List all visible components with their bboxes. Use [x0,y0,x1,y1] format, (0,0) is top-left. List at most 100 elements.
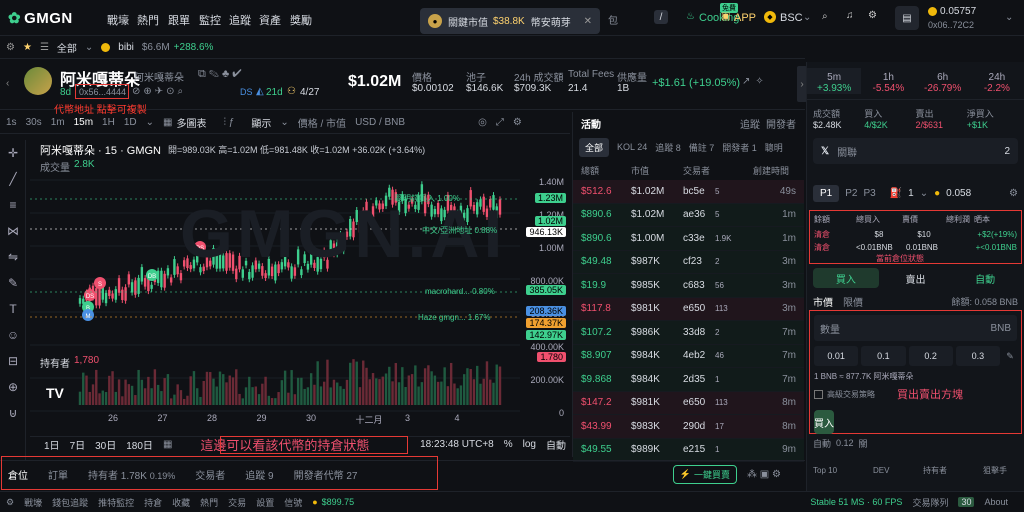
tab-smart[interactable]: 聰明 [765,141,783,154]
chart-canvas[interactable]: DSSBMDBDS [30,135,520,435]
display-menu[interactable]: 顯示 [251,115,271,130]
status-holdings[interactable]: 持倉 [144,496,162,509]
social-icons[interactable]: ⊘⊕✈⊙⌕ [132,86,186,97]
search-icon[interactable]: ⌕ [822,11,828,22]
nav-copytrade[interactable]: 跟單 [168,12,190,28]
preset-amount-button[interactable]: 0.2 [908,346,953,366]
sell-tab[interactable]: 賣出 [883,268,949,288]
row-trader[interactable]: cf23 [683,256,715,267]
gear-icon[interactable]: ⚙ [6,42,15,53]
row-trader[interactable]: e650 [683,303,715,314]
layout-icon[interactable]: ⁂ ▣ ⚙ [747,469,781,480]
activity-row[interactable]: $19.9 $985K c683 56 3m [573,274,804,298]
buy-button[interactable]: 買入 [814,410,834,434]
row-trader[interactable]: e215 [683,444,715,455]
preset-p2[interactable]: P2 [845,188,857,199]
bell-icon[interactable]: ♫ [846,10,854,21]
emoji-icon[interactable]: ☺ [0,322,26,348]
status-trade[interactable]: 交易 [228,496,246,509]
trendline-icon[interactable]: ╱ [0,166,26,192]
auto-toggle[interactable]: 自動 [546,437,566,452]
adv-label[interactable]: 高級交易策略 [827,389,875,400]
gear-icon[interactable]: ⚙ [513,117,522,128]
chevron-down-icon[interactable]: ⌄ [1005,12,1013,23]
follow-label[interactable]: 關聯 [837,144,857,159]
col-time[interactable]: 創建時間 [753,164,789,177]
auto-tab[interactable]: 自動 [952,268,1018,288]
row-trader[interactable]: e650 [683,397,715,408]
activity-row[interactable]: $512.6 $1.02M bc5e 5 49s [573,180,804,204]
limit-order-tab[interactable]: 限價 [843,294,863,309]
activity-row[interactable]: $49.48 $987K cf23 2 3m [573,250,804,274]
zoom-icon[interactable]: ⊕ [0,374,26,400]
pattern-icon[interactable]: ⋈ [0,218,26,244]
col-amount[interactable]: 總額 [581,164,631,177]
col-trader[interactable]: 交易者 [683,164,753,177]
row-trader[interactable]: bc5e [683,186,715,197]
multi-chart[interactable]: 多圖表 [176,115,206,130]
row-trader[interactable]: 290d [683,421,715,432]
settings-icon[interactable]: ⚙ [6,497,14,508]
status-settings[interactable]: 設置 [256,496,274,509]
interval-1s[interactable]: 1s [6,117,17,128]
preset-amount-button[interactable]: 0.3 [955,346,1000,366]
range-7d[interactable]: 7日 [70,437,86,452]
status-twitter[interactable]: 推特監控 [98,496,134,509]
currency-toggle[interactable]: USD / BNB [355,117,405,128]
gear-icon[interactable]: ⚙ [1009,188,1018,199]
preset-amount-button[interactable]: 0.1 [861,346,906,366]
status-trenches[interactable]: 戰壕 [24,496,42,509]
activity-row[interactable]: $107.2 $986K 33d8 2 7m [573,321,804,345]
fib-icon[interactable]: ≡ [0,192,26,218]
buy-tab[interactable]: 買入 [813,268,879,288]
about-link[interactable]: About [984,497,1008,507]
row-trader[interactable]: c683 [683,280,715,291]
preset-p1[interactable]: P1 [813,184,840,202]
activity-row[interactable]: $117.8 $981K e650 113 3m [573,297,804,321]
range-1d[interactable]: 1日 [44,437,60,452]
star-icon[interactable]: ★ [23,42,32,53]
queue-label[interactable]: 交易隊列 [912,496,948,509]
nav-trenches[interactable]: 戰壕 [107,12,129,28]
nav-monitor[interactable]: 監控 [199,12,221,28]
dev-link[interactable]: 開發者 [766,116,796,131]
range-30d[interactable]: 30日 [95,437,116,452]
gear-icon[interactable]: ⚙ [868,10,877,21]
activity-row[interactable]: $147.2 $981K e650 113 8m [573,391,804,415]
edit-icon[interactable]: ✎ [1003,351,1017,362]
fullscreen-icon[interactable]: ⤢ [496,117,504,128]
collapse-icon[interactable]: ‹ [6,78,9,89]
ds-link[interactable]: DS [240,87,253,97]
gas-value[interactable]: 0.058 [946,188,971,199]
app-link[interactable]: APP [734,12,756,24]
magnet-icon[interactable]: ⊍ [0,400,26,426]
off-toggle[interactable]: 關 [859,437,868,450]
log-toggle[interactable]: log [523,439,536,450]
tab-dev[interactable]: 開發者 1 [722,141,757,154]
copy-icon[interactable]: ⧉ ✎ ♣ ✔ [198,68,242,81]
auto-setting[interactable]: 自動 [813,437,831,450]
gas-setting[interactable]: 0.12 [836,438,854,448]
projection-icon[interactable]: ⇋ [0,244,26,270]
preset-p3[interactable]: P3 [863,188,875,199]
range-180d[interactable]: 180日 [126,437,153,452]
status-signal[interactable]: 信號 [284,496,302,509]
col-mc[interactable]: 市值 [631,164,683,177]
activity-row[interactable]: $49.55 $989K e215 1 9m [573,438,804,462]
period-tab[interactable]: 6h -26.79% [916,68,970,94]
row-trader[interactable]: 2d35 [683,374,715,385]
camera-icon[interactable]: ◎ [478,117,487,128]
activity-row[interactable]: $890.6 $1.02M ae36 5 1m [573,203,804,227]
ruler-icon[interactable]: ⊟ [0,348,26,374]
adv-checkbox[interactable] [814,389,823,399]
token-address[interactable]: 0x56...4444 [79,87,126,97]
period-tab[interactable]: 5m +3.93% [807,67,862,94]
preset-amount-button[interactable]: 0.01 [814,346,859,366]
indicator-icon[interactable]: ⫶ ƒ [223,117,234,128]
activity-row[interactable]: $9.868 $984K 2d35 1 7m [573,368,804,392]
status-wallet-track[interactable]: 錢包追蹤 [52,496,88,509]
chevron-down-icon[interactable]: ⌄ [146,117,154,128]
nav-assets[interactable]: 資產 [259,12,281,28]
close-icon[interactable]: ✕ [584,16,592,27]
amount-input[interactable]: 數量 [820,321,840,336]
